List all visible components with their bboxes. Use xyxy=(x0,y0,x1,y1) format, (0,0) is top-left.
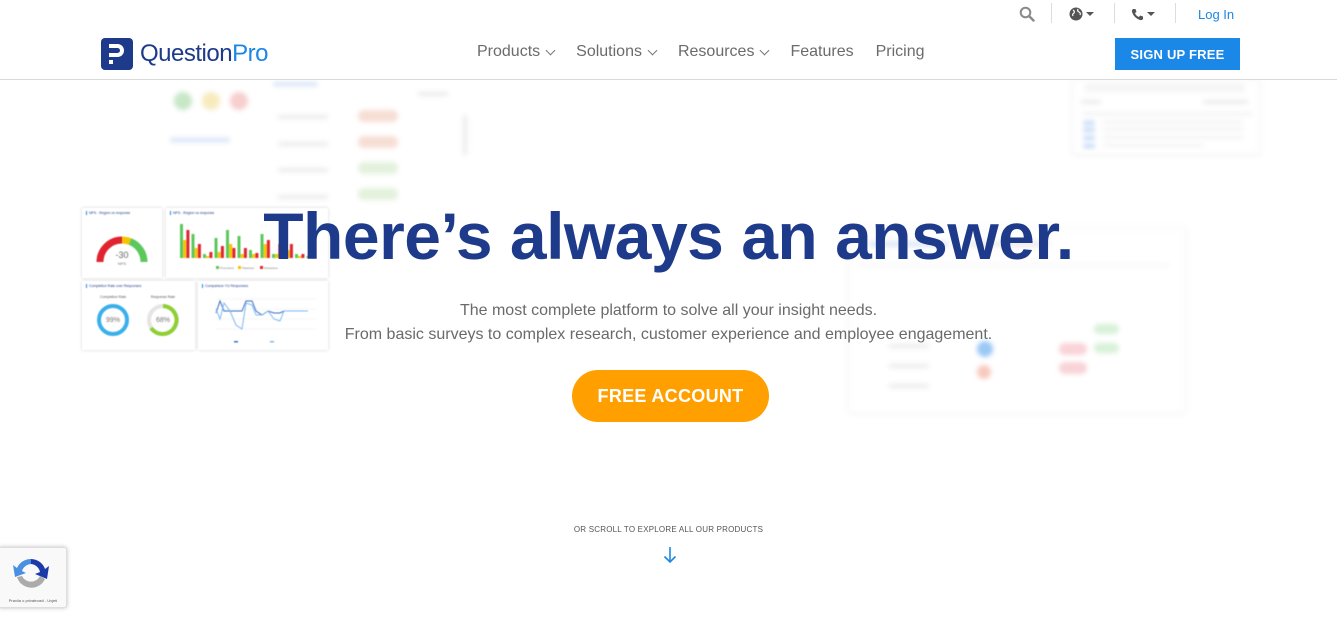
card-title: Completion Rate over Responses xyxy=(86,284,141,288)
search-icon xyxy=(1019,6,1035,22)
chevron-down-icon xyxy=(647,45,658,55)
hero-subtitle-line: From basic surveys to complex research, … xyxy=(344,326,993,343)
language-selector[interactable] xyxy=(1069,4,1094,24)
recaptcha-badge[interactable]: Pravila o privatnosti - Uvjeti xyxy=(0,547,67,608)
caret-down-icon xyxy=(1086,12,1094,16)
recaptcha-footer-links[interactable]: Pravila o privatnosti - Uvjeti xyxy=(1,598,65,603)
logo[interactable]: QuestionPro xyxy=(101,38,268,70)
nav-label: Resources xyxy=(677,43,755,60)
search-button[interactable] xyxy=(1019,4,1035,24)
logo-text: QuestionPro xyxy=(140,40,268,67)
login-link[interactable]: Log In xyxy=(1198,7,1234,22)
primary-nav: Products Solutions Resources Features Pr… xyxy=(477,43,925,61)
hero-subtitle: The most complete platform to solve all … xyxy=(0,299,1337,347)
nav-item-pricing[interactable]: Pricing xyxy=(876,43,925,61)
main-header: QuestionPro Products Solutions Resources… xyxy=(0,28,1337,80)
background-tickets-screenshot xyxy=(1072,80,1260,155)
nav-label: Features xyxy=(790,43,854,60)
hero-title: There’s always an answer. xyxy=(263,199,1074,273)
divider xyxy=(1114,3,1115,23)
chevron-down-icon xyxy=(545,45,556,55)
logo-mark-icon xyxy=(101,38,133,70)
card-title: Comparison YU Responses xyxy=(202,284,248,288)
phone-icon xyxy=(1131,8,1143,20)
sign-up-free-button[interactable]: SIGN UP FREE xyxy=(1115,38,1240,70)
scroll-hint-text: OR SCROLL TO EXPLORE ALL OUR PRODUCTS xyxy=(573,525,764,534)
nav-label: Pricing xyxy=(875,43,925,60)
recaptcha-icon xyxy=(13,558,49,588)
phone-selector[interactable] xyxy=(1131,4,1155,24)
chevron-down-icon xyxy=(760,45,770,55)
divider xyxy=(1051,3,1052,23)
utility-bar: Log In xyxy=(0,0,1337,28)
nav-item-resources[interactable]: Resources xyxy=(677,43,770,61)
arrow-down-icon[interactable] xyxy=(662,545,678,565)
divider xyxy=(1175,3,1176,23)
nav-item-products[interactable]: Products xyxy=(477,43,556,61)
nav-item-features[interactable]: Features xyxy=(790,43,853,61)
globe-icon xyxy=(1069,7,1083,21)
nav-item-solutions[interactable]: Solutions xyxy=(576,43,658,61)
caret-down-icon xyxy=(1147,12,1155,16)
hero-subtitle-line: The most complete platform to solve all … xyxy=(459,302,878,319)
nav-label: Products xyxy=(477,43,541,60)
free-account-button[interactable]: FREE ACCOUNT xyxy=(572,370,769,422)
nav-label: Solutions xyxy=(576,43,642,60)
